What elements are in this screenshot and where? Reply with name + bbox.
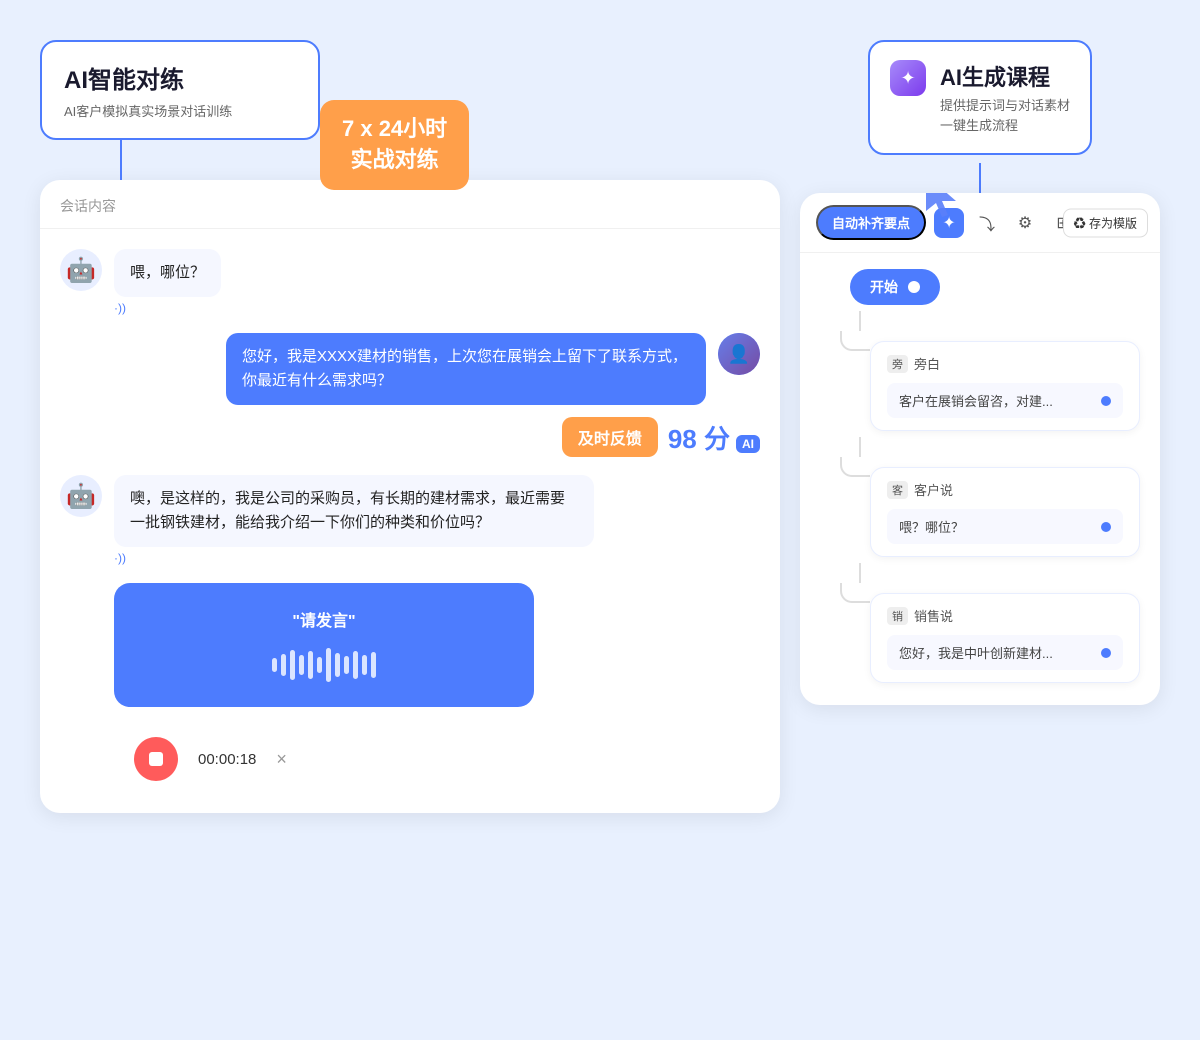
avatar-ai-2: 🤖 xyxy=(60,475,102,517)
wave-bar xyxy=(299,655,304,675)
main-container: AI智能对练 AI客户模拟真实场景对话训练 7 x 24小时 实战对练 会话内容… xyxy=(0,0,1200,1040)
left-panel: AI智能对练 AI客户模拟真实场景对话训练 7 x 24小时 实战对练 会话内容… xyxy=(40,40,780,813)
chat-panel: 会话内容 🤖 喂，哪位？ ·)) xyxy=(40,180,780,813)
wave-bar xyxy=(308,651,313,679)
wave-bar xyxy=(371,652,376,678)
message-row-1: 🤖 喂，哪位？ ·)) xyxy=(60,249,760,315)
connector-right xyxy=(979,163,981,193)
start-node: 开始 xyxy=(850,269,940,305)
ai-course-subtitle: 提供提示词与对话素材 一键生成流程 xyxy=(940,96,1070,135)
stop-icon xyxy=(149,752,163,766)
voice-input-box: "请发言" xyxy=(114,583,534,707)
start-label: 开始 xyxy=(870,277,898,297)
sound-icon-1: ·)) xyxy=(114,301,221,315)
node-dot-3 xyxy=(1101,648,1111,658)
node-narration-header: 旁 旁白 xyxy=(887,354,1123,373)
wave-bar xyxy=(362,655,367,675)
node-customer-content[interactable]: 喂？哪位？ xyxy=(887,509,1123,544)
ai-practice-card: AI智能对练 AI客户模拟真实场景对话训练 xyxy=(40,40,320,140)
chat-messages: 🤖 喂，哪位？ ·)) 👤 您好，我是XXXX建材的销售 xyxy=(40,229,780,813)
customer-icon: 客 xyxy=(887,481,908,499)
sales-icon: 销 xyxy=(887,607,908,625)
record-stop-button[interactable] xyxy=(134,737,178,781)
flow-content: 开始 旁 旁白 xyxy=(800,253,1160,705)
wave-bar xyxy=(335,653,340,677)
ai-practice-subtitle: AI客户模拟真实场景对话训练 xyxy=(64,101,296,120)
ai-course-icon: ✦ xyxy=(890,60,926,96)
center-badge-line1: 7 x 24小时 xyxy=(342,114,447,145)
wave-bar xyxy=(290,650,295,680)
wave-bar xyxy=(281,654,286,676)
start-dot xyxy=(908,281,920,293)
flow-node-sales: 销 销售说 您好，我是中叶创新建材... xyxy=(870,593,1140,683)
bubble-1: 喂，哪位？ xyxy=(114,249,221,297)
sound-icon-2: ·)) xyxy=(114,551,594,565)
voice-prompt: "请发言" xyxy=(292,607,355,631)
node-sales-header: 销 销售说 xyxy=(887,606,1123,625)
wave-bar xyxy=(353,651,358,679)
center-badge: 7 x 24小时 实战对练 xyxy=(320,100,469,190)
wave-bar xyxy=(326,648,331,682)
voice-controls: 00:00:18 × xyxy=(114,725,760,793)
node-dot-2 xyxy=(1101,522,1111,532)
bubble-2: 您好，我是XXXX建材的销售，上次您在展销会上留下了联系方式，你最近有什么需求吗… xyxy=(226,333,706,405)
flow-toolbar: 自动补齐要点 ✦ ⤵ ⚙ ⊞ ▷ ♻ 存为模版 xyxy=(800,193,1160,253)
wave-bar xyxy=(344,656,349,674)
flow-node-narration: 旁 旁白 客户在展销会留咨，对建... xyxy=(870,341,1140,431)
waveform xyxy=(272,647,376,683)
bubble-3: 噢，是这样的，我是公司的采购员，有长期的建材需求，最近需要一批钢铁建材，能给我介… xyxy=(114,475,594,547)
node-dot-1 xyxy=(1101,396,1111,406)
ai-course-card: ✦ AI生成课程 提供提示词与对话素材 一键生成流程 xyxy=(868,40,1092,155)
score-area: 及时反馈 98 分 AI xyxy=(60,417,760,457)
flow-panel: 自动补齐要点 ✦ ⤵ ⚙ ⊞ ▷ ♻ 存为模版 开始 xyxy=(800,193,1160,705)
feedback-badge: 及时反馈 xyxy=(562,417,658,457)
message-row-3: 🤖 噢，是这样的，我是公司的采购员，有长期的建材需求，最近需要一批钢铁建材，能给… xyxy=(60,475,760,565)
ai-badge: AI xyxy=(736,435,760,453)
avatar-user: 👤 xyxy=(718,333,760,375)
wave-bar xyxy=(317,657,322,673)
settings-icon-btn[interactable]: ⚙ xyxy=(1010,208,1040,238)
node-narration-content[interactable]: 客户在展销会留咨，对建... xyxy=(887,383,1123,418)
close-button[interactable]: × xyxy=(276,749,287,770)
center-badge-line2: 实战对练 xyxy=(342,145,447,176)
flow-node-customer: 客 客户说 喂？哪位？ xyxy=(870,467,1140,557)
auto-fill-button[interactable]: 自动补齐要点 xyxy=(816,205,926,240)
avatar-ai-1: 🤖 xyxy=(60,249,102,291)
narration-icon: 旁 xyxy=(887,355,908,373)
connector-left xyxy=(120,140,122,180)
save-template-button[interactable]: ♻ 存为模版 xyxy=(1063,208,1148,237)
import-icon-btn[interactable]: ⤵ xyxy=(972,208,1002,238)
wave-bar xyxy=(272,658,277,672)
score-value: 98 分 xyxy=(668,419,730,456)
timer: 00:00:18 xyxy=(198,751,256,768)
ai-practice-title: AI智能对练 xyxy=(64,60,296,95)
message-row-2: 👤 您好，我是XXXX建材的销售，上次您在展销会上留下了联系方式，你最近有什么需… xyxy=(60,333,760,405)
ai-course-title: AI生成课程 xyxy=(940,60,1070,92)
right-panel: ✦ AI生成课程 提供提示词与对话素材 一键生成流程 自动补齐要点 xyxy=(800,40,1160,705)
node-customer-header: 客 客户说 xyxy=(887,480,1123,499)
node-sales-content[interactable]: 您好，我是中叶创新建材... xyxy=(887,635,1123,670)
